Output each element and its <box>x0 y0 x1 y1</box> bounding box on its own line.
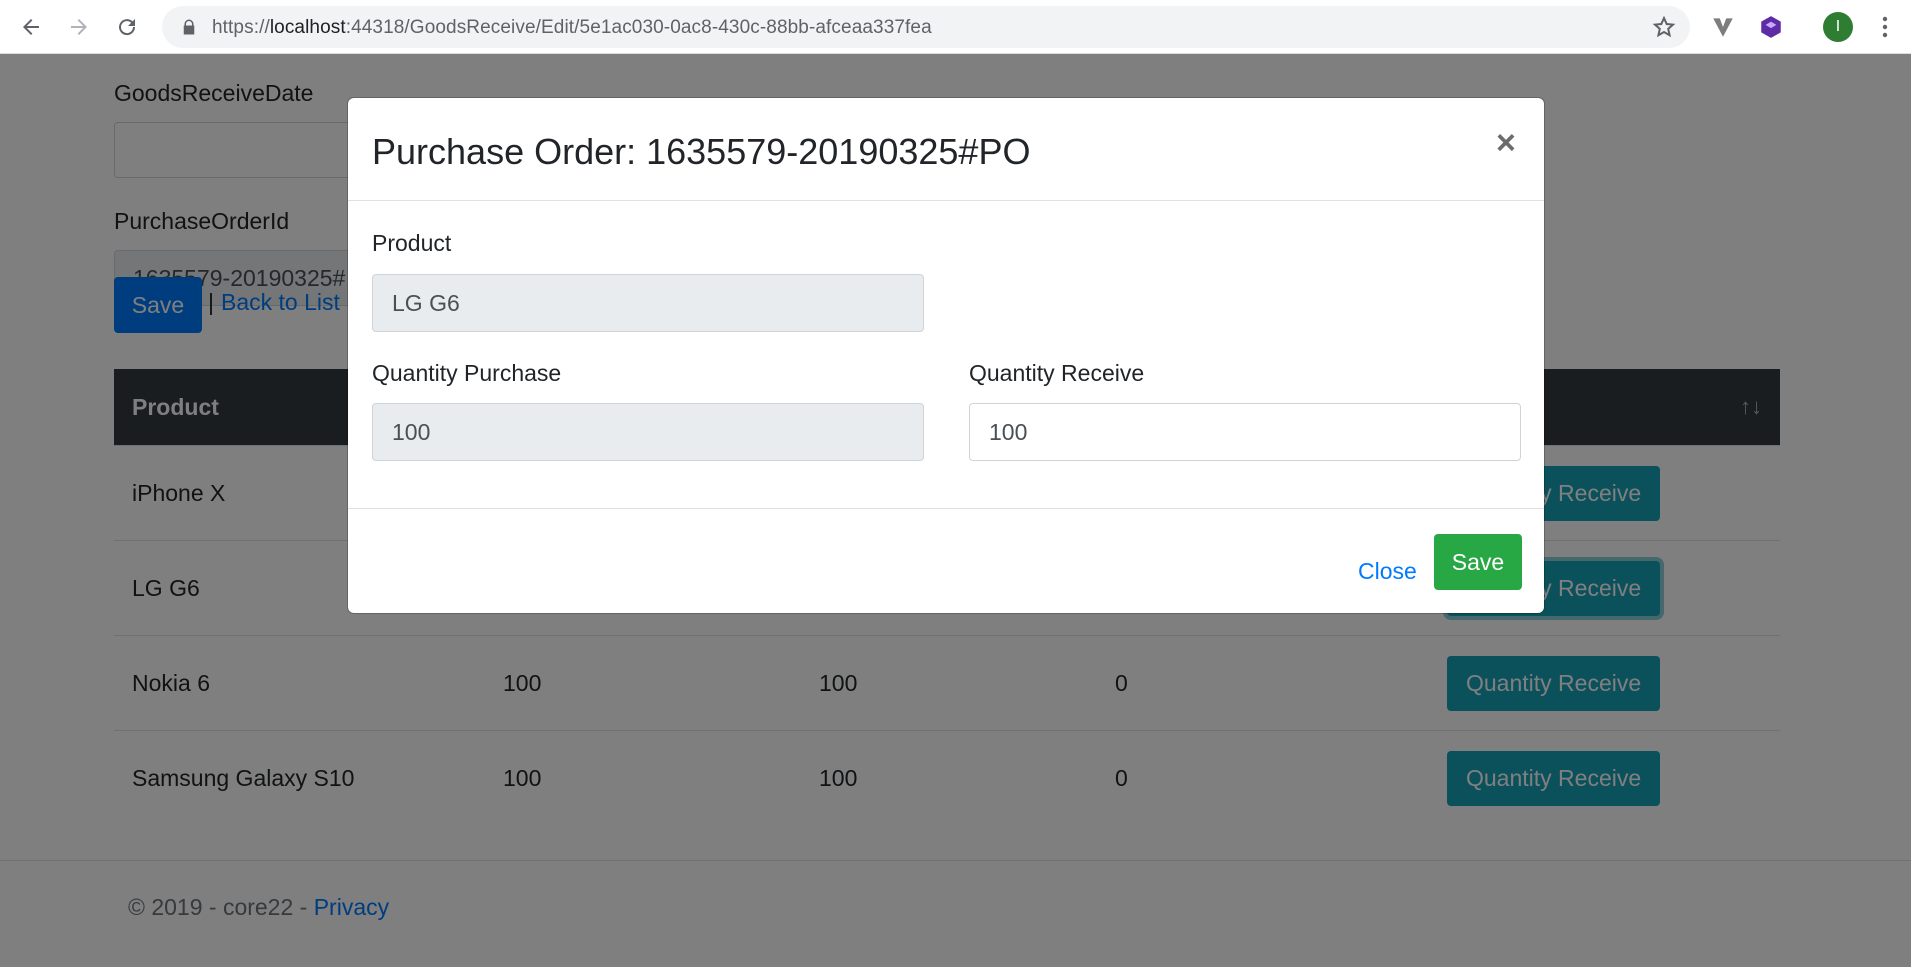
url-text: https://localhost:44318/GoodsReceive/Edi… <box>212 17 932 39</box>
url-path: :44318/GoodsReceive/Edit/5e1ac030-0ac8-4… <box>345 17 932 38</box>
url-prefix: https:// <box>212 17 270 38</box>
browser-toolbar: https://localhost:44318/GoodsReceive/Edi… <box>0 0 1911 54</box>
star-icon[interactable] <box>1652 15 1676 39</box>
modal-qty-receive-input[interactable]: 100 <box>969 403 1521 461</box>
modal-title: Purchase Order: 1635579-20190325#PO <box>372 131 1031 172</box>
url-host: localhost <box>269 17 346 38</box>
modal-qty-purchase-label: Quantity Purchase <box>372 360 562 386</box>
profile-avatar[interactable]: I <box>1823 12 1853 42</box>
modal-product-label: Product <box>372 230 452 256</box>
modal-close-button[interactable]: Close <box>1344 546 1431 597</box>
back-icon[interactable] <box>14 10 48 44</box>
forward-icon[interactable] <box>62 10 96 44</box>
close-icon[interactable]: × <box>1496 124 1516 163</box>
extension-cube-icon[interactable] <box>1758 14 1784 40</box>
modal-qty-purchase-field[interactable]: 100 <box>372 403 924 461</box>
modal-header-divider <box>348 200 1544 201</box>
menu-icon[interactable] <box>1876 14 1894 40</box>
address-bar[interactable]: https://localhost:44318/GoodsReceive/Edi… <box>162 6 1690 48</box>
modal-save-button[interactable]: Save <box>1434 534 1522 590</box>
purchase-order-modal: Purchase Order: 1635579-20190325#PO × Pr… <box>348 98 1544 613</box>
extension-v-icon[interactable] <box>1710 14 1736 40</box>
modal-footer-divider <box>348 508 1544 509</box>
lock-icon[interactable] <box>180 18 198 36</box>
reload-icon[interactable] <box>110 10 144 44</box>
modal-qty-receive-label: Quantity Receive <box>969 360 1145 386</box>
modal-product-field[interactable]: LG G6 <box>372 274 924 332</box>
